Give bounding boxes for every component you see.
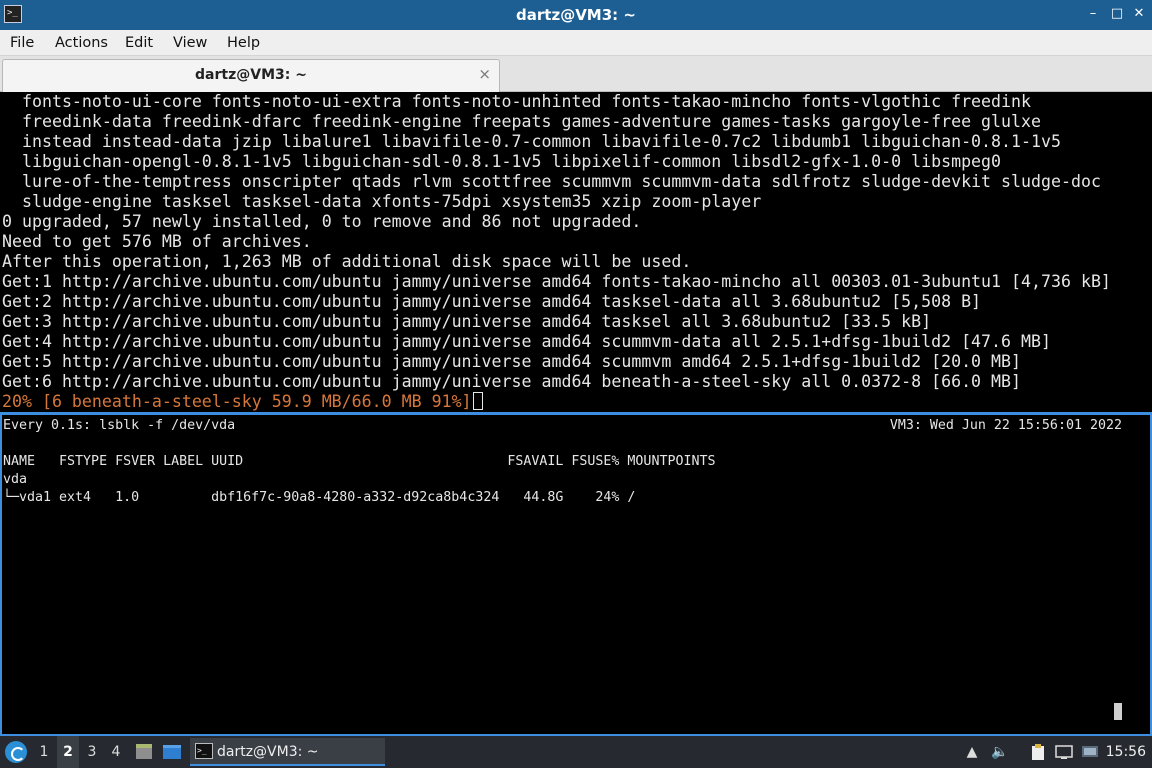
tab-label: dartz@VM3: ~ [195, 67, 307, 83]
watch-command: Every 0.1s: lsblk -f /dev/vda [3, 418, 236, 433]
window-title: dartz@VM3: ~ [516, 6, 636, 24]
task-label: dartz@VM3: ~ [217, 744, 319, 760]
workspace-2[interactable]: 2 [57, 736, 79, 768]
terminal-line: Get:6 http://archive.ubuntu.com/ubuntu j… [2, 372, 1022, 391]
terminal-line: Need to get 576 MB of archives. [2, 232, 312, 251]
volume-icon[interactable]: 🔈 [991, 743, 1009, 761]
start-menu-icon[interactable] [5, 741, 27, 763]
terminal-cursor [472, 392, 483, 410]
terminal-line: fonts-noto-ui-core fonts-noto-ui-extra f… [2, 92, 1031, 111]
window-titlebar[interactable]: >_ dartz@VM3: ~ – □ ✕ [0, 0, 1152, 30]
workspace-3[interactable]: 3 [81, 736, 103, 768]
terminal-pane-bottom[interactable]: Every 0.1s: lsblk -f /dev/vda VM3: Wed J… [0, 415, 1152, 736]
clipboard-icon[interactable] [1029, 743, 1047, 761]
terminal-line: After this operation, 1,263 MB of additi… [2, 252, 692, 271]
terminal-tab[interactable]: dartz@VM3: ~ × [2, 59, 500, 92]
taskbar-task-terminal[interactable]: >_ dartz@VM3: ~ [190, 738, 385, 766]
terminal-cursor [1114, 703, 1122, 720]
lsblk-row: vda [3, 472, 28, 487]
lsblk-row: └─vda1 ext4 1.0 dbf16f7c-90a8-4280-a332-… [3, 490, 636, 505]
workspace-4[interactable]: 4 [105, 736, 127, 768]
terminal-line: libguichan-opengl-0.8.1-1v5 libguichan-s… [2, 152, 1002, 171]
terminal-line: lure-of-the-temptress onscripter qtads r… [2, 172, 1101, 191]
terminal-line: Get:1 http://archive.ubuntu.com/ubuntu j… [2, 272, 1111, 291]
minimize-button[interactable]: – [1084, 5, 1102, 23]
terminal-pane-top[interactable]: fonts-noto-ui-core fonts-noto-ui-extra f… [0, 92, 1152, 412]
terminal-line: instead instead-data jzip libalure1 liba… [2, 132, 1061, 151]
taskbar: 1 2 3 4 >_ dartz@VM3: ~ ▲ 🔈 15:56 [0, 736, 1152, 768]
terminal-task-icon: >_ [195, 743, 213, 759]
progress-line-row: 20% [6 beneath-a-steel-sky 59.9 MB/66.0 … [2, 392, 483, 412]
terminal-line: Get:3 http://archive.ubuntu.com/ubuntu j… [2, 312, 932, 331]
tab-strip: dartz@VM3: ~ × [0, 56, 1152, 92]
show-desktop-icon[interactable] [162, 743, 182, 761]
terminal-line: Get:5 http://archive.ubuntu.com/ubuntu j… [2, 352, 1022, 371]
menu-view[interactable]: View [173, 30, 207, 56]
menu-actions[interactable]: Actions [55, 30, 108, 56]
screen-icon[interactable] [1081, 743, 1099, 761]
update-notifier-icon[interactable]: ▲ [963, 743, 981, 761]
menu-file[interactable]: File [10, 30, 34, 56]
terminal-line: Get:2 http://archive.ubuntu.com/ubuntu j… [2, 292, 982, 311]
file-manager-icon[interactable] [134, 743, 154, 761]
close-button[interactable]: ✕ [1130, 5, 1148, 23]
apt-progress-text: 20% [6 beneath-a-steel-sky 59.9 MB/66.0 … [2, 392, 472, 411]
maximize-button[interactable]: □ [1108, 5, 1126, 23]
lsblk-table-header: NAME FSTYPE FSVER LABEL UUID FSAVAIL FSU… [3, 454, 716, 469]
terminal-line: 0 upgraded, 57 newly installed, 0 to rem… [2, 212, 642, 231]
menu-help[interactable]: Help [227, 30, 260, 56]
watch-timestamp: VM3: Wed Jun 22 15:56:01 2022 [889, 418, 1122, 433]
tab-close-icon[interactable]: × [478, 64, 491, 84]
terminal-line: sludge-engine tasksel tasksel-data xfont… [2, 192, 762, 211]
terminal-line: freedink-data freedink-dfarc freedink-en… [2, 112, 1041, 131]
menu-bar: File Actions Edit View Help [0, 30, 1152, 56]
menu-edit[interactable]: Edit [125, 30, 153, 56]
taskbar-clock[interactable]: 15:56 [1106, 736, 1146, 768]
terminal-line: Get:4 http://archive.ubuntu.com/ubuntu j… [2, 332, 1051, 351]
workspace-1[interactable]: 1 [33, 736, 55, 768]
network-icon[interactable] [1055, 743, 1073, 761]
